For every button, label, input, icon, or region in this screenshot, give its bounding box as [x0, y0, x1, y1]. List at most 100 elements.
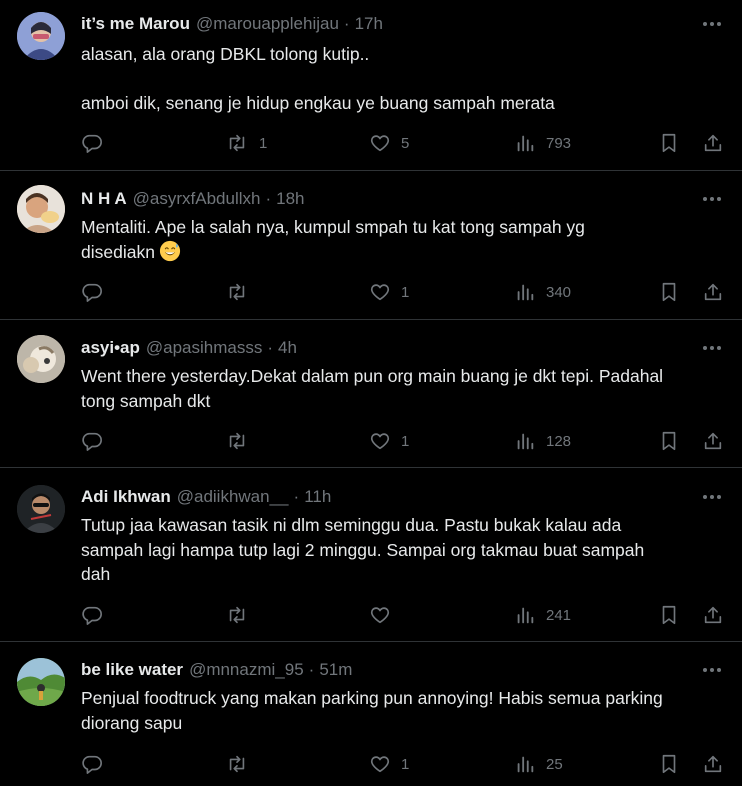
tweet[interactable]: Adi Ikhwan @adiikhwan__ · 11h Tutup jaa …	[0, 468, 742, 642]
tweet-header: asyi•ap @apasihmasss · 4h	[81, 337, 297, 359]
views-button[interactable]: 340	[514, 278, 571, 306]
tweet[interactable]: asyi•ap @apasihmasss · 4h Went there yes…	[0, 320, 742, 468]
tweet[interactable]: be like water @mnnazmi_95 · 51m Penjual …	[0, 642, 742, 786]
like-button[interactable]	[369, 601, 401, 629]
display-name[interactable]: be like water	[81, 660, 183, 680]
bookmark-button[interactable]	[658, 750, 680, 778]
reply-icon	[82, 432, 102, 451]
user-handle[interactable]: @apasihmasss	[146, 338, 262, 358]
like-count: 1	[401, 283, 410, 301]
share-button[interactable]	[702, 750, 724, 778]
like-icon	[370, 284, 390, 301]
views-count: 340	[546, 283, 572, 301]
user-handle[interactable]: @adiikhwan__	[177, 487, 289, 507]
views-button[interactable]: 241	[514, 601, 571, 629]
display-name[interactable]: Adi Ikhwan	[81, 487, 171, 507]
views-count: 25	[546, 755, 563, 773]
share-button[interactable]	[702, 601, 724, 629]
like-count: 5	[401, 134, 410, 152]
tweet-text: Penjual foodtruck yang makan parking pun…	[81, 686, 722, 735]
bookmark-button[interactable]	[658, 601, 680, 629]
like-button[interactable]: 1	[369, 278, 409, 306]
like-count: 1	[401, 755, 410, 773]
separator-dot: ·	[267, 338, 274, 357]
avatar[interactable]	[17, 658, 65, 706]
views-button[interactable]: 25	[514, 750, 563, 778]
more-icon[interactable]	[700, 486, 724, 508]
timestamp[interactable]: 4h	[278, 338, 297, 358]
tweet-text-line: alasan, ala orang DBKL tolong kutip..	[81, 44, 370, 64]
more-icon[interactable]	[700, 337, 724, 359]
bookmark-icon	[662, 282, 676, 302]
action-bar: 1 128	[0, 427, 742, 455]
tweet-text-line: dah	[81, 564, 111, 584]
tweet-text-line: Went there yesterday.Dekat dalam pun org…	[81, 366, 664, 386]
tweet-text-line: Penjual foodtruck yang makan parking pun…	[81, 688, 663, 708]
display-name[interactable]: it’s me Marou	[81, 14, 190, 34]
views-icon	[517, 756, 534, 773]
share-icon	[704, 432, 722, 450]
separator-dot: ·	[308, 660, 315, 679]
retweet-icon	[229, 432, 245, 450]
views-icon	[517, 433, 534, 450]
views-button[interactable]: 793	[514, 129, 571, 157]
like-icon	[370, 433, 390, 450]
views-icon	[517, 135, 534, 152]
retweet-icon	[229, 606, 245, 624]
retweet-button[interactable]: 1	[225, 129, 267, 157]
avatar[interactable]	[17, 335, 65, 383]
user-handle[interactable]: @asyrxfAbdullxh	[133, 189, 261, 209]
bookmark-button[interactable]	[658, 278, 680, 306]
retweet-button[interactable]	[225, 750, 259, 778]
tweet-text: Went there yesterday.Dekat dalam pun org…	[81, 364, 722, 413]
share-icon	[704, 134, 722, 152]
display-name[interactable]: asyi•ap	[81, 338, 140, 358]
reply-button[interactable]	[81, 129, 113, 157]
views-count: 241	[546, 606, 572, 624]
more-icon[interactable]	[700, 188, 724, 210]
user-handle[interactable]: @marouapplehijau	[196, 14, 339, 34]
retweet-button[interactable]	[225, 601, 259, 629]
tweet-text-line: sampah lagi hampa tutp lagi 2 minggu. Sa…	[81, 539, 645, 560]
reply-button[interactable]	[81, 278, 113, 306]
share-button[interactable]	[702, 427, 724, 455]
display-name[interactable]: N H A	[81, 189, 127, 209]
bookmark-button[interactable]	[658, 427, 680, 455]
reply-button[interactable]	[81, 601, 113, 629]
like-button[interactable]: 1	[369, 427, 409, 455]
like-count: 1	[401, 432, 410, 450]
like-button[interactable]: 1	[369, 750, 409, 778]
timestamp[interactable]: 51m	[319, 660, 352, 680]
avatar[interactable]	[17, 12, 65, 60]
avatar[interactable]	[17, 485, 65, 533]
views-icon	[517, 284, 534, 301]
tweet[interactable]: it’s me Marou @marouapplehijau · 17h ala…	[0, 0, 742, 171]
tweet[interactable]: N H A @asyrxfAbdullxh · 18h Mentaliti. A…	[0, 171, 742, 320]
tweet-header: be like water @mnnazmi_95 · 51m	[81, 659, 352, 681]
reply-button[interactable]	[81, 750, 113, 778]
reply-button[interactable]	[81, 427, 113, 455]
action-bar: 1 5 793	[0, 129, 742, 157]
views-icon	[517, 607, 534, 624]
tweet-header: Adi Ikhwan @adiikhwan__ · 11h	[81, 486, 331, 508]
tweet-text-line: tong sampah dkt	[81, 390, 211, 411]
avatar[interactable]	[17, 185, 65, 233]
share-button[interactable]	[702, 278, 724, 306]
share-icon	[704, 606, 722, 624]
user-handle[interactable]: @mnnazmi_95	[189, 660, 304, 680]
bookmark-button[interactable]	[658, 129, 680, 157]
timestamp[interactable]: 18h	[276, 189, 304, 209]
separator-dot: ·	[343, 14, 350, 33]
share-button[interactable]	[702, 129, 724, 157]
timestamp[interactable]: 17h	[355, 14, 383, 34]
retweet-button[interactable]	[225, 427, 259, 455]
more-icon[interactable]	[700, 659, 724, 681]
retweet-button[interactable]	[225, 278, 259, 306]
reply-icon	[82, 134, 102, 153]
timestamp[interactable]: 11h	[304, 487, 331, 507]
like-button[interactable]: 5	[369, 129, 409, 157]
tweet-text-line: diorang sapu	[81, 712, 183, 733]
more-icon[interactable]	[700, 13, 724, 35]
retweet-count: 1	[259, 134, 268, 152]
views-button[interactable]: 128	[514, 427, 571, 455]
